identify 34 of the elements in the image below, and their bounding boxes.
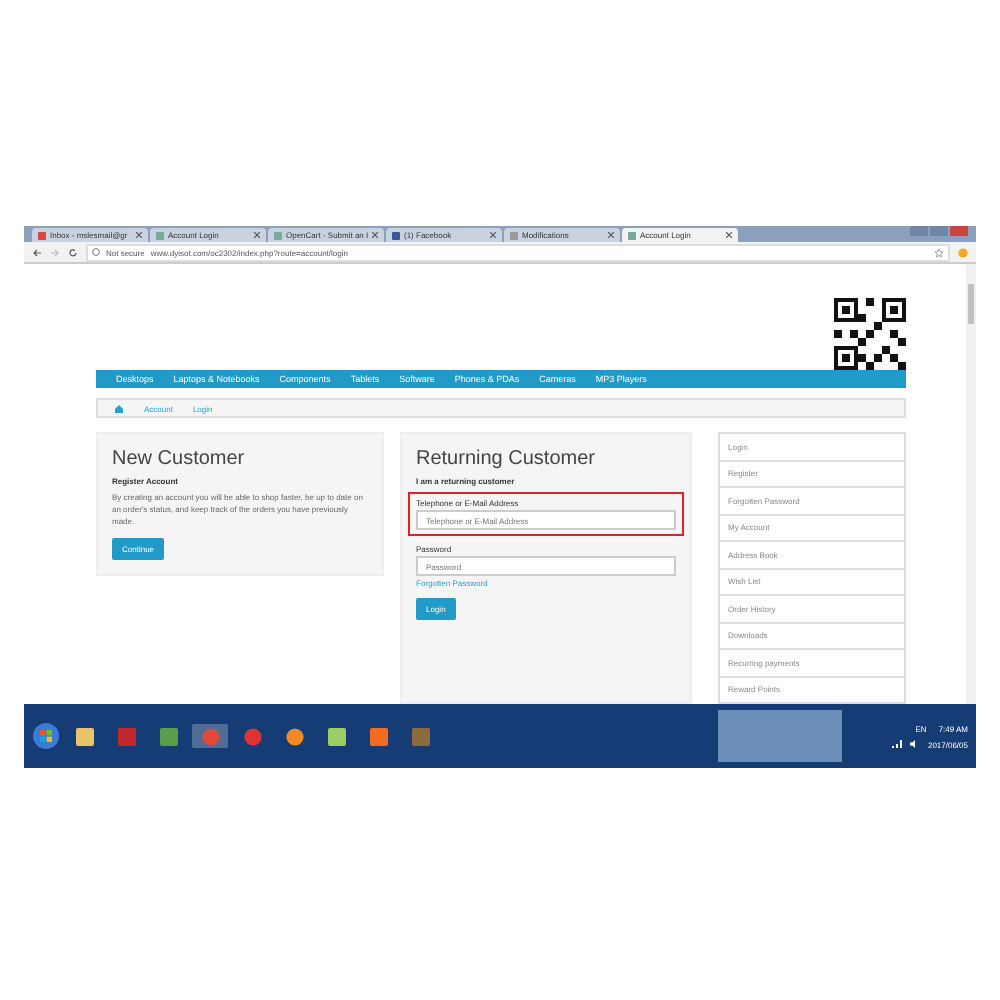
start-button[interactable] — [32, 722, 60, 750]
close-icon[interactable] — [254, 232, 260, 238]
volume-icon[interactable] — [909, 740, 920, 748]
scrollbar[interactable] — [966, 264, 976, 704]
tab-favicon-icon — [156, 231, 164, 239]
tab-favicon-icon — [392, 231, 400, 239]
app-icon — [411, 727, 429, 745]
tab-favicon-icon — [510, 231, 518, 239]
app-icon — [285, 727, 303, 745]
panel-heading: New Customer — [112, 448, 245, 470]
qr-code-icon — [834, 298, 906, 370]
app-icon — [159, 727, 177, 745]
panel-heading: Returning Customer — [416, 448, 595, 470]
close-icon[interactable] — [726, 232, 732, 238]
info-icon — [92, 248, 100, 256]
app-icon — [369, 727, 387, 745]
tab-favicon-icon — [628, 231, 636, 239]
close-icon[interactable] — [608, 232, 614, 238]
home-icon[interactable] — [114, 403, 124, 414]
app-icon — [75, 727, 93, 745]
close-icon[interactable] — [490, 232, 496, 238]
app-icon — [327, 727, 345, 745]
reload-icon[interactable] — [68, 247, 78, 257]
star-icon[interactable] — [934, 247, 944, 257]
app-icon — [243, 727, 261, 745]
back-icon[interactable] — [32, 247, 42, 257]
tab-favicon-icon — [274, 231, 282, 239]
blurred-area — [718, 710, 842, 762]
close-icon[interactable] — [136, 232, 142, 238]
close-icon[interactable] — [372, 232, 378, 238]
tab-favicon-icon — [38, 231, 46, 239]
app-icon — [117, 727, 135, 745]
network-icon[interactable] — [891, 740, 902, 748]
app-icon — [201, 727, 219, 745]
